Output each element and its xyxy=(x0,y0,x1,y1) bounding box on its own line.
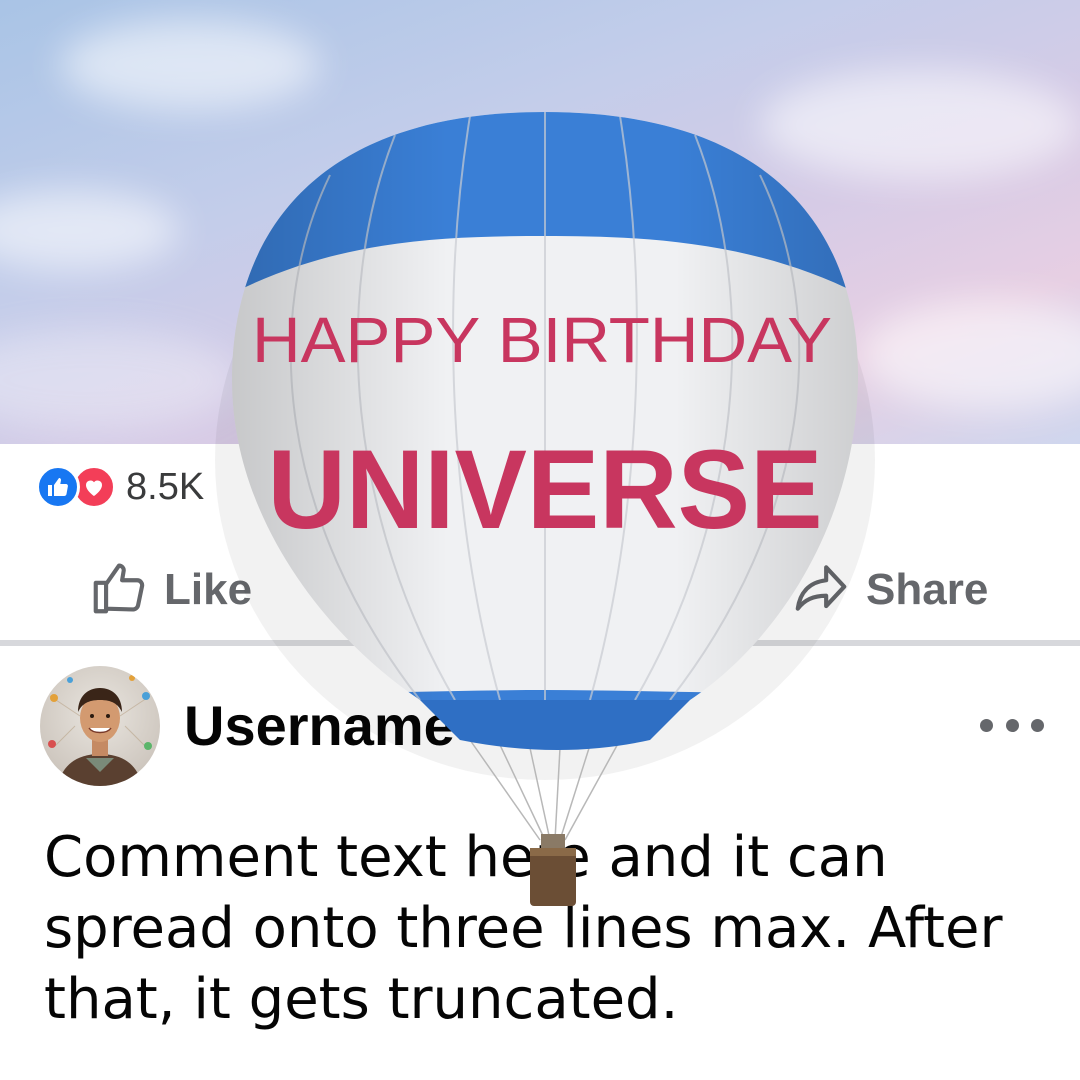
like-button[interactable]: Like xyxy=(88,558,252,622)
like-label: Like xyxy=(164,565,253,614)
reaction-count[interactable]: 8.5K xyxy=(126,466,204,509)
ellipsis-icon xyxy=(1031,718,1044,732)
ellipsis-icon xyxy=(980,718,993,732)
comment-text: Comment text here and it can spread onto… xyxy=(44,825,1003,1032)
share-arrow-icon xyxy=(790,557,852,623)
more-options-button[interactable] xyxy=(980,700,1044,750)
thumbs-up-icon xyxy=(88,557,150,623)
comment-username[interactable]: Username xyxy=(184,693,455,758)
avatar[interactable] xyxy=(40,666,160,786)
reaction-summary[interactable]: 8.5K xyxy=(36,463,204,511)
share-button[interactable]: Share xyxy=(790,558,988,622)
ellipsis-icon xyxy=(1005,718,1019,732)
like-reaction-icon xyxy=(36,465,80,509)
share-label: Share xyxy=(866,565,989,614)
sky-background xyxy=(0,0,1080,444)
